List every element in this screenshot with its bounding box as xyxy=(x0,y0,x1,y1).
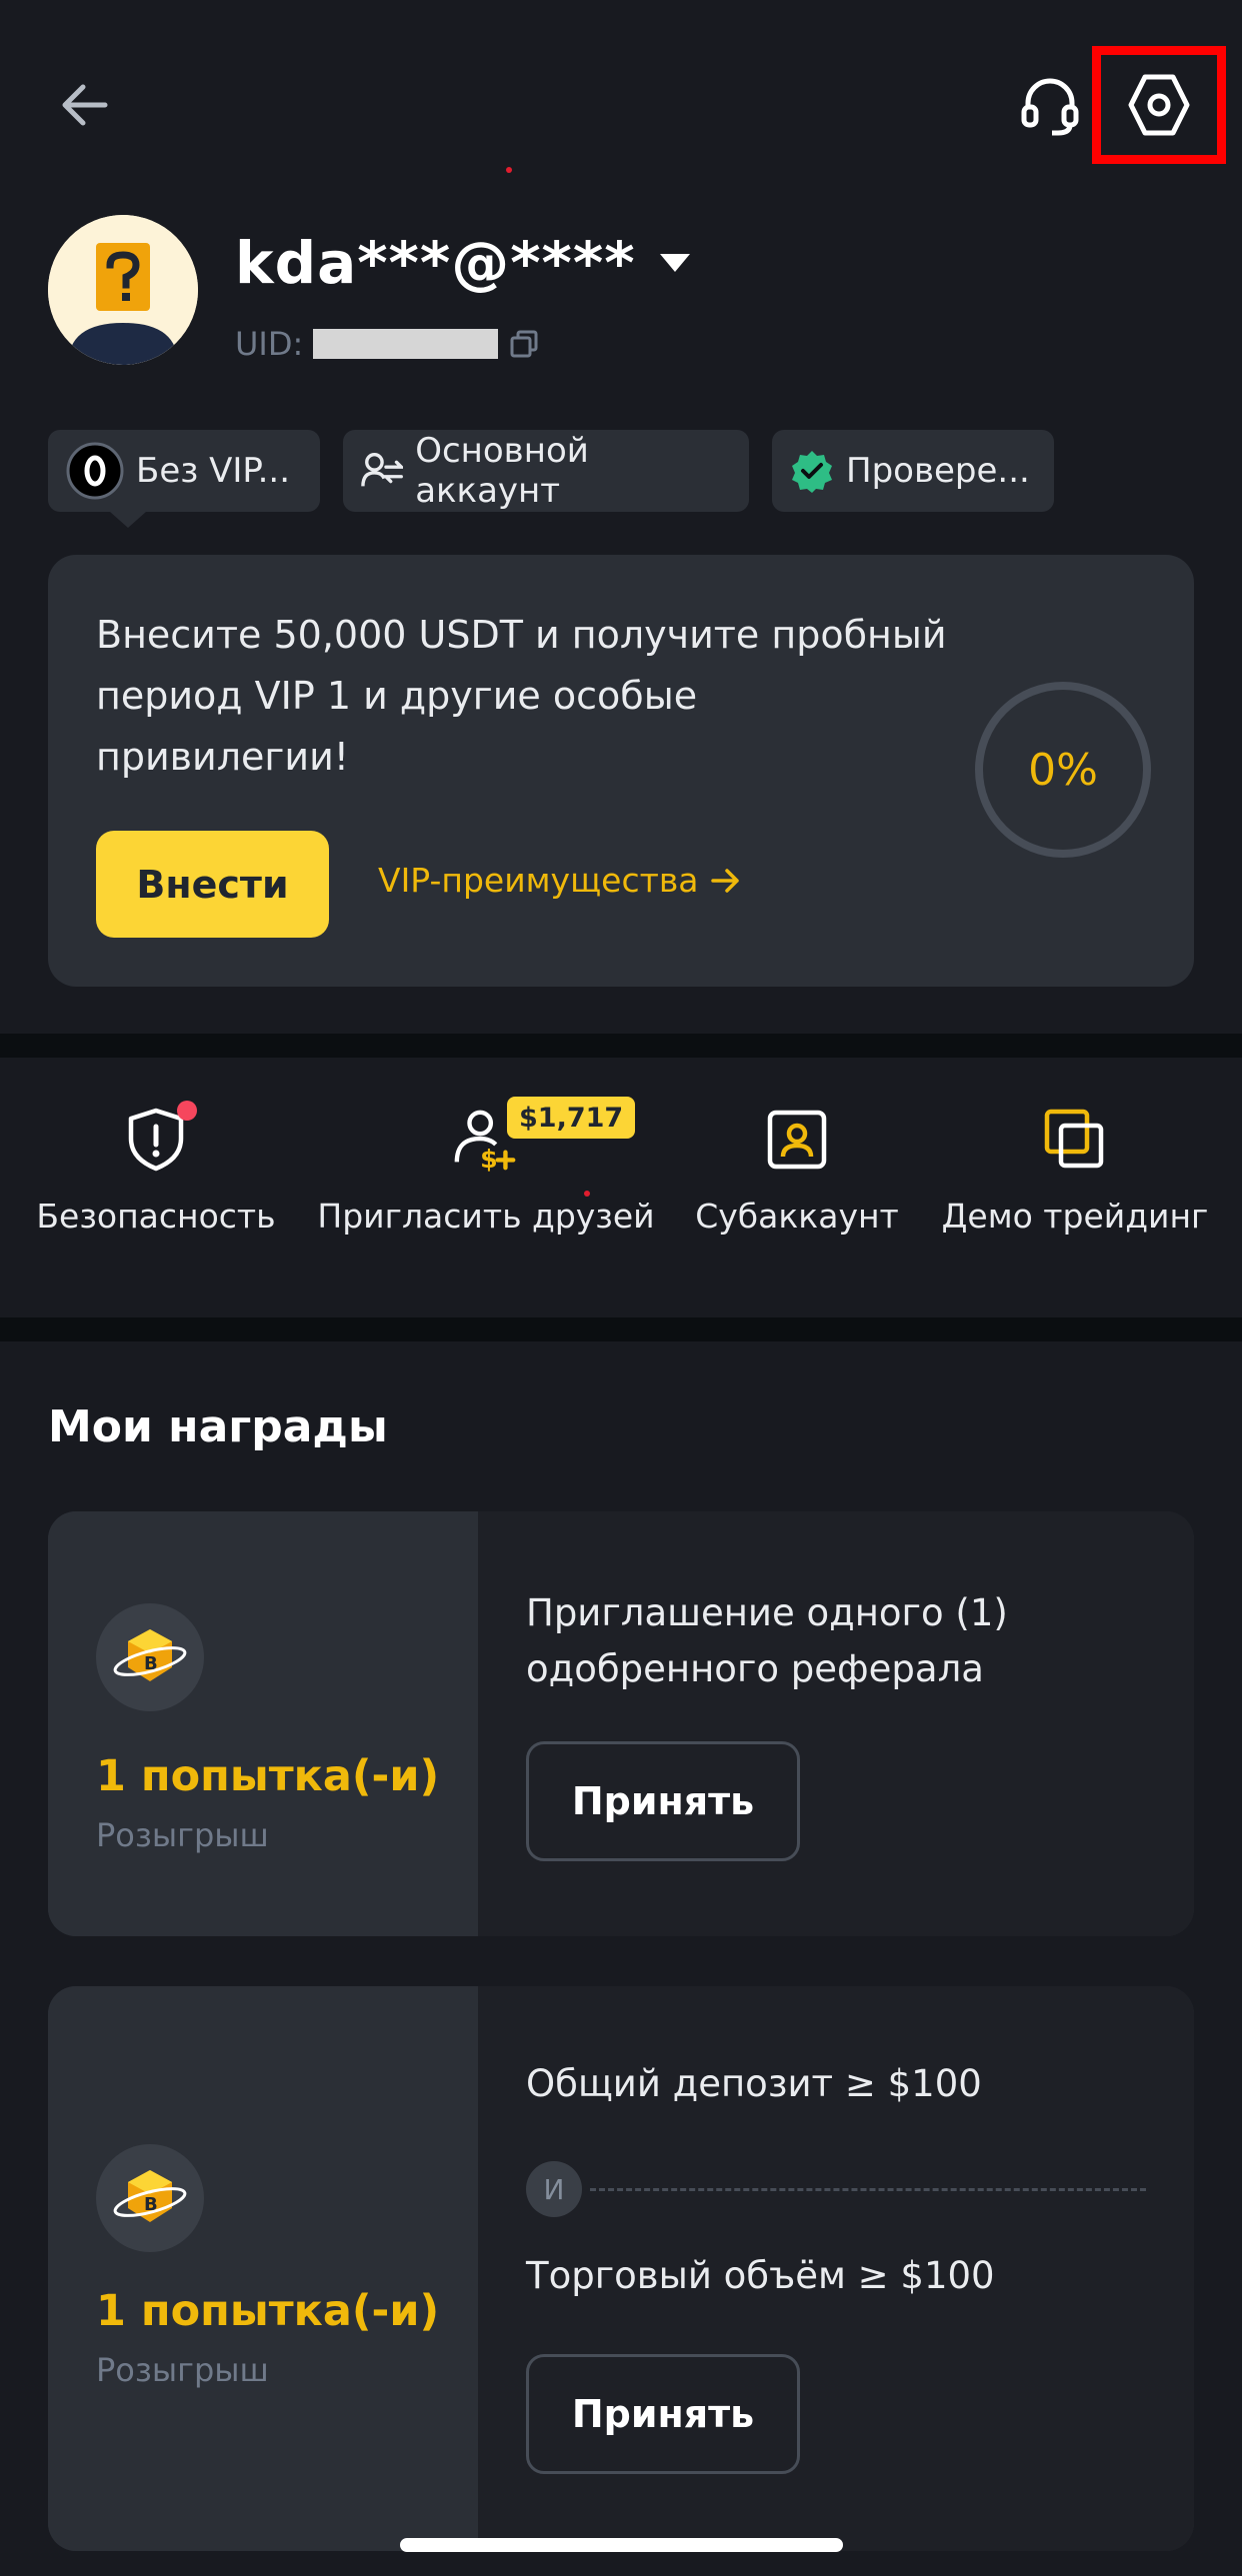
reward-summary: B 1 попытка(-и) Розыгрыш xyxy=(48,1511,478,1936)
verified-check-icon xyxy=(792,451,832,493)
uid-row: UID: xyxy=(235,322,540,366)
and-label: И xyxy=(526,2161,582,2217)
reward-task-deposit: Общий депозит ≥ $100 xyxy=(526,2062,982,2105)
question-avatar-icon xyxy=(48,215,198,365)
security-alert-dot xyxy=(177,1101,197,1121)
vip-benefits-link[interactable]: VIP-преимущества xyxy=(378,861,741,900)
reward-details: Общий депозит ≥ $100 И Торговый объём ≥ … xyxy=(478,1986,1194,2551)
reward-task: Приглашение одного (1) одобренного рефер… xyxy=(526,1591,1008,1690)
avatar[interactable] xyxy=(48,215,198,365)
shortcut-demo-trading[interactable]: Демо трейдинг xyxy=(940,1105,1210,1275)
accept-button[interactable]: Принять xyxy=(526,2354,800,2474)
shortcut-subaccount[interactable]: Субаккаунт xyxy=(682,1105,912,1275)
accept-button[interactable]: Принять xyxy=(526,1741,800,1861)
shortcut-security-label: Безопасность xyxy=(36,1197,276,1236)
subaccount-icon-wrap xyxy=(762,1105,832,1175)
username-row[interactable]: kda***@**** xyxy=(235,228,692,298)
invite-friends-icon: $ xyxy=(454,1110,516,1174)
svg-text:B: B xyxy=(144,2194,158,2215)
shortcut-invite-label: Пригласить друзей xyxy=(317,1197,655,1236)
reward-count: 1 попытка(-и) xyxy=(96,2286,440,2336)
vip-promo-text: Внесите 50,000 USDT и получите пробный п… xyxy=(96,613,947,779)
demo-trading-icon xyxy=(1044,1109,1104,1169)
invite-friends-icon-wrap: $ xyxy=(451,1105,521,1175)
reward-card: B 1 попытка(-и) Розыгрыш Приглашение одн… xyxy=(48,1511,1194,1936)
vip-promo-card: Внесите 50,000 USDT и получите пробный п… xyxy=(48,555,1194,987)
headset-icon xyxy=(1021,78,1079,136)
username: kda***@**** xyxy=(235,229,636,297)
account-switch-icon xyxy=(361,453,404,487)
vip-level-badge[interactable]: Без VIP... xyxy=(48,430,320,512)
shortcut-security[interactable]: Безопасность xyxy=(28,1101,284,1275)
reward-card: B 1 попытка(-и) Розыгрыш Общий депозит ≥… xyxy=(48,1986,1194,2551)
caret-down-icon xyxy=(659,254,690,272)
verification-label: Провере... xyxy=(846,451,1030,491)
subaccount-icon xyxy=(767,1110,827,1170)
arrow-left-icon xyxy=(62,84,108,126)
vip-benefits-label: VIP-преимущества xyxy=(378,861,699,900)
svg-text:$: $ xyxy=(480,1145,498,1174)
back-button[interactable] xyxy=(50,70,120,140)
shortcut-demo-label: Демо трейдинг xyxy=(941,1197,1209,1236)
shield-alert-icon xyxy=(128,1108,184,1172)
vip-zero-icon xyxy=(66,442,124,500)
indicator-dot xyxy=(584,1191,590,1197)
support-button[interactable] xyxy=(1010,70,1090,140)
verification-badge[interactable]: Провере... xyxy=(772,430,1054,512)
raffle-planet-icon: B xyxy=(113,1629,187,1681)
badge-pointer xyxy=(110,512,146,528)
reward-count: 1 попытка(-и) xyxy=(96,1751,440,1801)
dashed-divider xyxy=(590,2187,1146,2191)
raffle-icon-wrap: B xyxy=(96,1603,204,1711)
reward-task-volume: Торговый объём ≥ $100 xyxy=(526,2254,995,2297)
reward-summary: B 1 попытка(-и) Розыгрыш xyxy=(48,1986,478,2551)
home-indicator[interactable] xyxy=(400,2538,843,2552)
uid-value-redacted xyxy=(313,329,499,359)
vip-level-label: Без VIP... xyxy=(136,451,291,491)
raffle-icon-wrap: B xyxy=(96,2144,204,2252)
settings-button[interactable] xyxy=(1092,46,1226,164)
uid-label: UID: xyxy=(235,325,304,363)
and-separator: И xyxy=(526,2161,1146,2217)
shortcut-subaccount-label: Субаккаунт xyxy=(695,1197,899,1236)
settings-hexagon-icon xyxy=(1128,74,1190,136)
shortcut-invite-friends[interactable]: $ Пригласить друзей xyxy=(317,1105,655,1275)
arrow-right-icon xyxy=(710,868,739,893)
account-type-label: Основной аккаунт xyxy=(415,431,589,511)
reward-details: Приглашение одного (1) одобренного рефер… xyxy=(478,1511,1194,1936)
reward-kind: Розыгрыш xyxy=(96,2351,269,2389)
account-type-badge[interactable]: Основной аккаунт xyxy=(343,430,749,512)
copy-icon[interactable] xyxy=(508,328,540,360)
reward-kind: Розыгрыш xyxy=(96,1816,269,1854)
demo-trading-icon-wrap xyxy=(1040,1105,1110,1175)
vip-progress-text: 0% xyxy=(1028,744,1098,796)
shield-alert-icon-wrap xyxy=(121,1101,197,1175)
raffle-planet-icon: B xyxy=(113,2170,187,2222)
indicator-dot xyxy=(506,167,512,173)
rewards-title: Мои награды xyxy=(48,1401,388,1452)
svg-text:B: B xyxy=(144,1653,158,1674)
deposit-button[interactable]: Внести xyxy=(96,831,329,938)
